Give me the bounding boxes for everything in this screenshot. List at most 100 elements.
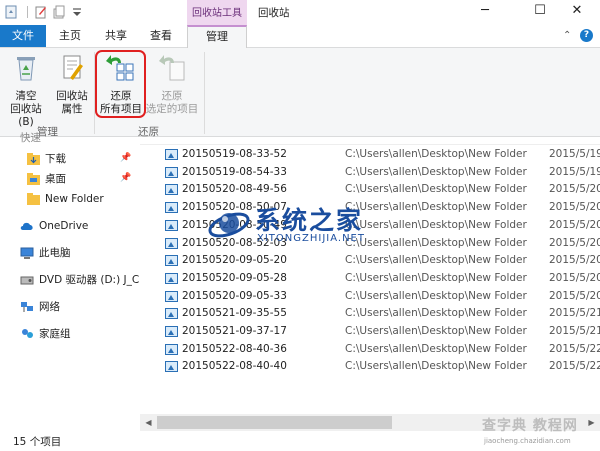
date-deleted: 2015/5/22 [549, 342, 600, 355]
nav-item-onedrive[interactable]: OneDrive [20, 216, 88, 236]
original-location: C:\Users\allen\Desktop\New Folder [345, 325, 527, 337]
properties-label-1: 回收站 [56, 90, 88, 102]
file-row[interactable]: 20150520-09-05-28 C:\Users\allen\Desktop\… [140, 270, 600, 288]
recycle-bin-tools-context-tab: 回收站工具 [187, 0, 247, 25]
file-name: 20150521-09-35-55 [182, 307, 287, 320]
file-name: 20150520-09-05-33 [182, 289, 287, 302]
scroll-right-arrow-icon[interactable]: ▶ [583, 414, 600, 431]
nav-new-folder-label: New Folder [45, 193, 104, 205]
image-file-icon [165, 308, 178, 320]
nav-item-desktop[interactable]: 桌面 [27, 169, 66, 189]
nav-item-new-folder[interactable]: New Folder [27, 189, 104, 209]
partial-row-top [140, 138, 600, 145]
file-row[interactable]: 20150522-08-40-36 C:\Users\allen\Desktop\… [140, 341, 600, 359]
pin-icon[interactable]: 📌 [120, 173, 131, 183]
file-row[interactable]: 20150519-08-54-33 C:\Users\allen\Desktop\… [140, 164, 600, 182]
scrollbar-thumb[interactable] [157, 416, 392, 429]
original-location: C:\Users\allen\Desktop\New Folder [345, 289, 527, 302]
date-deleted: 2015/5/20 [549, 236, 600, 249]
folder-quick-icon[interactable] [52, 5, 66, 19]
nav-item-dvd-drive[interactable]: DVD 驱动器 (D:) J_C [20, 270, 139, 290]
recycle-bin-icon [17, 57, 35, 81]
ribbon-panel: 清空 回收站(B) 回收站 属性 还原 所有项目 还原 选定的项目 管理 还原 [0, 47, 600, 138]
nav-dvd-label: DVD 驱动器 (D:) J_C [39, 274, 140, 286]
homegroup-icon [22, 329, 33, 338]
date-deleted: 2015/5/20 [549, 289, 600, 302]
file-row[interactable]: 20150520-08-50-49 C:\Users\allen\Desktop\… [140, 217, 600, 235]
original-location: C:\Users\allen\Desktop\New Folder [345, 236, 527, 249]
ribbon-tab-bar: 文件 主页 共享 查看 管理 ⌃ ? [0, 25, 600, 48]
window-title: 回收站 [258, 7, 290, 19]
image-file-icon [165, 166, 178, 178]
pin-icon[interactable]: 📌 [120, 153, 131, 163]
status-bar: 15 个项目 [0, 431, 600, 451]
original-location: C:\Users\allen\Desktop\New Folder [345, 218, 527, 231]
customize-quick-access-icon[interactable] [70, 5, 84, 19]
tab-view[interactable]: 查看 [143, 25, 179, 47]
file-row[interactable]: 20150520-09-05-20 C:\Users\allen\Desktop\… [140, 252, 600, 270]
item-count: 15 个项目 [13, 436, 62, 448]
onedrive-cloud-icon [20, 222, 33, 230]
collapse-ribbon-icon[interactable]: ⌃ [563, 30, 571, 41]
nav-desktop-label: 桌面 [45, 173, 66, 185]
recycle-bin-small-icon[interactable] [4, 5, 18, 19]
file-name: 20150520-08-52-03 [182, 236, 287, 249]
file-row[interactable]: 20150521-09-35-55 C:\Users\allen\Desktop\… [140, 305, 600, 323]
file-name: 20150519-08-33-52 [182, 148, 287, 160]
horizontal-scrollbar[interactable]: ◀ ▶ [140, 414, 600, 431]
nav-item-homegroup[interactable]: 家庭组 [20, 324, 71, 344]
computer-icon [20, 247, 34, 259]
empty-recycle-bin-label-1: 清空 [15, 90, 37, 102]
date-deleted: 2015/5/19 [549, 148, 600, 160]
nav-quick-access-label: 快速 [20, 132, 41, 144]
minimize-button[interactable]: ─ [462, 0, 508, 25]
nav-homegroup-label: 家庭组 [39, 328, 71, 340]
network-icon [21, 302, 33, 312]
file-row[interactable]: 20150520-08-49-56 C:\Users\allen\Desktop\… [140, 181, 600, 199]
close-button[interactable]: ✕ [554, 0, 600, 25]
file-row[interactable]: 20150520-08-50-07 C:\Users\allen\Desktop\… [140, 199, 600, 217]
image-file-icon [165, 343, 178, 355]
file-row[interactable]: 20150522-08-40-40 C:\Users\allen\Desktop\… [140, 358, 600, 376]
nav-item-this-pc[interactable]: 此电脑 [20, 243, 71, 263]
tab-home[interactable]: 主页 [52, 25, 88, 47]
image-file-icon [165, 149, 178, 160]
nav-item-downloads[interactable]: 下载 [27, 149, 66, 169]
restore-selected-label-2: 选定的项目 [145, 103, 199, 115]
date-deleted: 2015/5/21 [549, 325, 600, 337]
restore-selected-items-button[interactable]: 还原 选定的项目 [144, 52, 200, 116]
empty-recycle-bin-button[interactable]: 清空 回收站(B) [6, 52, 46, 129]
file-row[interactable]: 20150520-09-05-33 C:\Users\allen\Desktop\… [140, 288, 600, 306]
nav-downloads-label: 下载 [45, 153, 66, 165]
downloads-folder-icon [27, 153, 40, 165]
desktop-folder-icon [27, 173, 40, 185]
nav-item-network[interactable]: 网络 [20, 297, 60, 317]
image-file-icon [165, 290, 178, 302]
properties-icon [63, 55, 83, 80]
recycle-bin-properties-button[interactable]: 回收站 属性 [52, 52, 92, 116]
original-location: C:\Users\allen\Desktop\New Folder [345, 183, 527, 196]
original-location: C:\Users\allen\Desktop\New Folder [345, 342, 527, 355]
file-name: 20150520-09-05-28 [182, 271, 287, 284]
date-deleted: 2015/5/20 [549, 218, 600, 231]
file-name: 20150520-08-50-07 [182, 201, 287, 214]
restore-selected-label-1: 还原 [161, 90, 183, 102]
file-row[interactable]: 20150521-09-37-17 C:\Users\allen\Desktop\… [140, 323, 600, 341]
tab-manage[interactable]: 管理 [187, 25, 247, 48]
tab-share[interactable]: 共享 [98, 25, 134, 47]
original-location: C:\Users\allen\Desktop\New Folder [345, 254, 527, 267]
properties-quick-icon[interactable] [34, 5, 48, 19]
file-row[interactable]: 20150520-08-52-03 C:\Users\allen\Desktop\… [140, 235, 600, 253]
help-icon[interactable]: ? [580, 29, 593, 42]
scroll-left-arrow-icon[interactable]: ◀ [140, 414, 157, 431]
nav-item-quick-access[interactable]: 快速 [20, 128, 41, 148]
nav-onedrive-label: OneDrive [39, 220, 89, 232]
dvd-drive-icon [20, 276, 34, 285]
date-deleted: 2015/5/21 [549, 307, 600, 320]
file-row[interactable]: 20150519-08-33-52 C:\Users\allen\Desktop\… [140, 146, 600, 164]
nav-this-pc-label: 此电脑 [39, 247, 71, 259]
original-location: C:\Users\allen\Desktop\New Folder [345, 148, 527, 160]
image-file-icon [165, 219, 178, 231]
date-deleted: 2015/5/19 [549, 165, 600, 178]
tab-file[interactable]: 文件 [0, 25, 46, 47]
